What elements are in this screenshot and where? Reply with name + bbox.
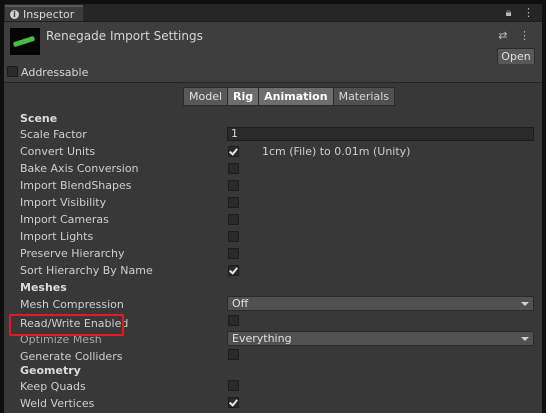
import-lights-label: Import Lights xyxy=(20,230,94,243)
read-write-enabled-checkbox[interactable] xyxy=(228,315,239,326)
bake-axis-conversion-label: Bake Axis Conversion xyxy=(20,162,139,175)
import-blendshapes-label: Import BlendShapes xyxy=(20,179,132,192)
optimize-mesh-dropdown[interactable]: Everything xyxy=(227,331,534,346)
preset-sliders-icon[interactable]: ⇄ xyxy=(498,29,507,42)
tab-model[interactable]: Model xyxy=(183,87,229,106)
mesh-compression-dropdown[interactable]: Off xyxy=(227,296,534,311)
tab-materials[interactable]: Materials xyxy=(332,87,395,106)
sort-hierarchy-checkbox[interactable] xyxy=(228,265,239,276)
addressable-checkbox[interactable] xyxy=(7,66,18,77)
tab-rig[interactable]: Rig xyxy=(227,87,260,106)
info-icon: i xyxy=(10,9,19,19)
inspector-tab-label: Inspector xyxy=(23,7,75,21)
mesh-compression-label: Mesh Compression xyxy=(20,298,124,311)
import-lights-checkbox[interactable] xyxy=(228,231,239,242)
kebab-menu-icon[interactable]: ⋮ xyxy=(519,29,530,42)
inspector-tab[interactable]: i Inspector xyxy=(5,5,83,21)
highlight-box xyxy=(9,314,124,336)
bake-axis-conversion-checkbox[interactable] xyxy=(228,163,239,174)
import-cameras-label: Import Cameras xyxy=(20,213,109,226)
weld-vertices-label: Weld Vertices xyxy=(20,397,95,410)
asset-preview-graphic xyxy=(12,35,36,48)
scale-factor-field[interactable]: 1 xyxy=(227,127,534,141)
preserve-hierarchy-checkbox[interactable] xyxy=(228,248,239,259)
geometry-heading: Geometry xyxy=(20,364,81,377)
generate-colliders-checkbox[interactable] xyxy=(228,349,239,360)
generate-colliders-label: Generate Colliders xyxy=(20,350,123,363)
weld-vertices-checkbox[interactable] xyxy=(228,397,239,408)
header-icons: ⇄ ⋮ xyxy=(490,29,530,42)
import-visibility-label: Import Visibility xyxy=(20,196,107,209)
tab-animation[interactable]: Animation xyxy=(258,87,334,106)
addressable-label: Addressable xyxy=(21,66,89,79)
convert-units-checkbox[interactable] xyxy=(228,146,239,157)
keep-quads-label: Keep Quads xyxy=(20,380,86,393)
scene-heading: Scene xyxy=(20,112,58,125)
optimize-mesh-value: Everything xyxy=(232,332,292,345)
convert-units-label: Convert Units xyxy=(20,145,96,158)
kebab-menu-icon[interactable]: ⋮ xyxy=(523,6,534,19)
chevron-down-icon xyxy=(521,337,529,341)
lock-icon[interactable]: 🔒︎ xyxy=(506,6,512,19)
meshes-heading: Meshes xyxy=(20,281,67,294)
tab-tools: 🔒︎ ⋮ xyxy=(498,6,534,20)
inspector-tab-bar: i Inspector 🔒︎ ⋮ xyxy=(4,4,542,22)
asset-thumbnail xyxy=(10,28,40,55)
convert-units-text: 1cm (File) to 0.01m (Unity) xyxy=(262,145,411,158)
open-button[interactable]: Open xyxy=(497,48,535,65)
mesh-compression-value: Off xyxy=(232,297,249,310)
preserve-hierarchy-label: Preserve Hierarchy xyxy=(20,247,125,260)
asset-header: Renegade Import Settings ⇄ ⋮ Open xyxy=(4,22,542,65)
sort-hierarchy-label: Sort Hierarchy By Name xyxy=(20,264,153,277)
inspector-panel: i Inspector 🔒︎ ⋮ Renegade Import Setting… xyxy=(4,4,542,413)
import-blendshapes-checkbox[interactable] xyxy=(228,180,239,191)
asset-title: Renegade Import Settings xyxy=(46,29,203,43)
addressable-row: Addressable xyxy=(4,64,542,83)
import-cameras-checkbox[interactable] xyxy=(228,214,239,225)
chevron-down-icon xyxy=(521,302,529,306)
import-visibility-checkbox[interactable] xyxy=(228,197,239,208)
keep-quads-checkbox[interactable] xyxy=(228,380,239,391)
scale-factor-label: Scale Factor xyxy=(20,128,87,141)
import-tabs: Model Rig Animation Materials xyxy=(183,87,395,106)
